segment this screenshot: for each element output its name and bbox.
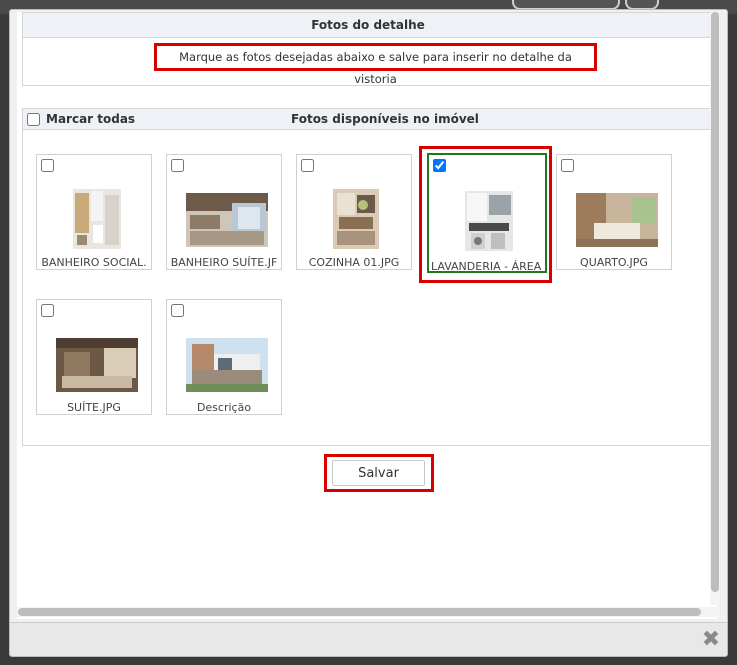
photo-caption: COZINHA 01.JPG	[308, 256, 400, 269]
photo-card[interactable]: Descrição	[166, 299, 282, 415]
bedroom-photo	[576, 193, 658, 247]
photo-selection-modal: Fotos do detalhe Marque as fotos desejad…	[9, 9, 728, 657]
mark-all-control[interactable]: Marcar todas	[27, 112, 135, 126]
photo-caption: Descrição	[196, 401, 252, 414]
save-button[interactable]: Salvar	[332, 460, 425, 486]
photo-checkbox[interactable]	[171, 304, 184, 317]
photo-card[interactable]: COZINHA 01.JPG	[296, 154, 412, 270]
suite-photo	[56, 338, 138, 392]
instruction-text: Marque as fotos desejadas abaixo e salve…	[154, 43, 597, 86]
photo-card[interactable]: QUARTO.JPG	[556, 154, 672, 270]
photo-caption: BANHEIRO SOCIAL.	[41, 256, 147, 269]
detail-panel: Fotos do detalhe Marque as fotos desejad…	[22, 12, 714, 86]
photo-card[interactable]: BANHEIRO SUÍTE.JF	[166, 154, 282, 270]
horizontal-scrollbar-thumb[interactable]	[18, 608, 701, 616]
save-highlight: Salvar	[324, 454, 434, 492]
photo-caption: SUÍTE.JPG	[67, 401, 121, 414]
photo-checkbox[interactable]	[171, 159, 184, 172]
close-icon[interactable]: ✖	[701, 629, 721, 651]
photo-caption: BANHEIRO SUÍTE.JF	[170, 256, 278, 269]
mark-all-label: Marcar todas	[46, 112, 136, 126]
vertical-scrollbar-thumb[interactable]	[711, 12, 719, 592]
photo-caption: QUARTO.JPG	[580, 256, 648, 269]
photo-checkbox[interactable]	[561, 159, 574, 172]
modal-content: Fotos do detalhe Marque as fotos desejad…	[17, 12, 717, 619]
photo-checkbox[interactable]	[41, 159, 54, 172]
photo-checkbox[interactable]	[301, 159, 314, 172]
photo-checkbox[interactable]	[41, 304, 54, 317]
photo-card[interactable]: BANHEIRO SOCIAL.	[36, 154, 152, 270]
bathroom-photo	[73, 189, 121, 249]
photos-title: Fotos disponíveis no imóvel	[291, 112, 479, 126]
detail-title: Fotos do detalhe	[23, 13, 713, 38]
kitchen-photo	[333, 189, 379, 249]
suite-bathroom-photo	[186, 193, 268, 247]
modal-footer: ✖	[10, 622, 727, 656]
photo-card[interactable]: SUÍTE.JPG	[36, 299, 152, 415]
photos-panel: Marcar todas Fotos disponíveis no imóvel…	[22, 108, 716, 446]
mark-all-checkbox[interactable]	[27, 112, 40, 126]
highlight-frame	[419, 146, 552, 283]
house-facade-photo	[186, 338, 268, 392]
photos-header: Marcar todas Fotos disponíveis no imóvel	[23, 109, 715, 130]
